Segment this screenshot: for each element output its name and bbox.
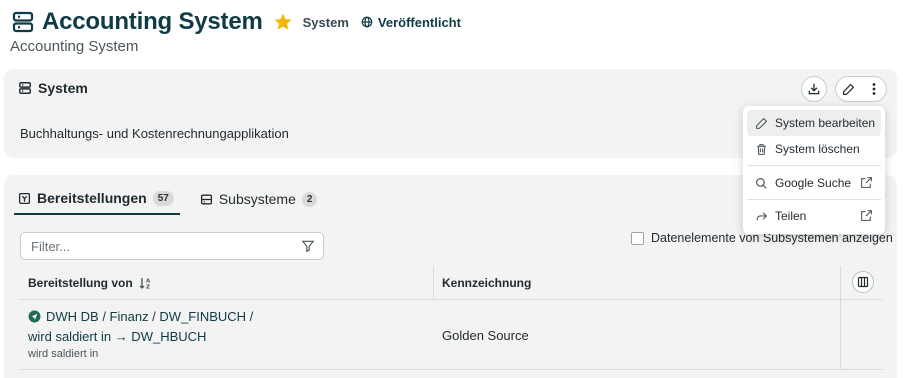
column-header-bereitstellung[interactable]: Bereitstellung von AZ — [28, 276, 153, 290]
deployment-path[interactable]: DWH DB / Finanz / DW_FINBUCH / — [28, 307, 428, 327]
download-button[interactable] — [801, 76, 827, 102]
page-title: Accounting System — [42, 8, 263, 35]
more-vertical-icon — [872, 83, 875, 95]
search-icon — [756, 177, 767, 189]
show-sub-elements-checkbox[interactable] — [631, 231, 644, 245]
star-icon[interactable] — [273, 11, 295, 33]
page-header: Accounting System System Veröffentlicht — [10, 6, 461, 38]
svg-text:Z: Z — [146, 285, 150, 290]
download-icon — [808, 83, 820, 95]
edit-more-button-group — [835, 76, 887, 102]
trash-icon — [757, 143, 766, 155]
table-row[interactable]: DWH DB / Finanz / DW_FINBUCH / wird sald… — [20, 300, 883, 370]
menu-item-label: System löschen — [775, 142, 860, 156]
page-subtitle: Accounting System — [10, 38, 139, 55]
menu-item-label: Google Suche — [775, 176, 852, 190]
deployment-cell: DWH DB / Finanz / DW_FINBUCH / wird sald… — [28, 307, 428, 360]
tab-count-badge: 2 — [301, 191, 318, 207]
filter-icon[interactable] — [301, 239, 315, 253]
deployment-path-line1: DWH DB / Finanz / DW_FINBUCH / — [46, 309, 254, 324]
deployment-relation: wird saldiert in — [28, 348, 99, 360]
external-link-icon — [861, 210, 872, 221]
status-label: Veröffentlicht — [377, 14, 461, 30]
menu-item-google-search[interactable]: Google Suche — [747, 170, 881, 196]
deployment-path-line2[interactable]: wird saldiert in → DW_HBUCH — [28, 327, 428, 347]
menu-item-label: Teilen — [775, 209, 807, 223]
subsystem-icon — [200, 194, 212, 204]
filter-field — [20, 232, 324, 260]
pencil-icon — [756, 117, 768, 129]
type-label: System — [302, 14, 349, 30]
tab-count-badge: 57 — [152, 190, 174, 206]
column-header-kennzeichnung[interactable]: Kennzeichnung — [442, 276, 531, 290]
column-settings-button[interactable] — [852, 271, 874, 293]
globe-icon — [361, 16, 373, 28]
table-header: Bereitstellung von AZ Kennzeichnung — [20, 266, 883, 300]
column-divider[interactable] — [433, 266, 434, 300]
system-description: Buchhaltungs- und Kostenrechnungapplikat… — [20, 126, 289, 141]
column-divider — [840, 266, 841, 300]
external-link-icon — [861, 177, 872, 188]
menu-item-delete-system[interactable]: System löschen — [747, 136, 881, 162]
menu-separator — [747, 165, 881, 166]
send-icon — [28, 310, 41, 323]
system-actions-menu: System bearbeiten System löschen Google … — [743, 106, 885, 234]
tab-bar: Bereitstellungen 57 Subsysteme 2 — [14, 183, 339, 215]
deployment-icon — [18, 192, 31, 204]
status-badge: Veröffentlicht — [361, 15, 461, 30]
menu-item-label: System bearbeiten — [775, 116, 876, 130]
server-icon — [10, 9, 36, 35]
card-heading-label: System — [38, 80, 88, 96]
edit-button[interactable] — [836, 77, 861, 101]
share-icon — [756, 211, 768, 220]
column-divider — [840, 300, 841, 370]
server-icon — [19, 82, 31, 94]
sort-icon[interactable]: AZ — [139, 277, 153, 289]
column-header-label: Bereitstellung von — [28, 276, 133, 290]
more-options-button[interactable] — [861, 77, 886, 101]
kennzeichnung-cell: Golden Source — [442, 328, 529, 343]
tab-bereitstellungen[interactable]: Bereitstellungen 57 — [14, 183, 180, 215]
pencil-icon — [843, 83, 855, 95]
menu-separator — [747, 199, 881, 200]
tab-label: Bereitstellungen — [37, 190, 147, 206]
menu-item-edit-system[interactable]: System bearbeiten — [747, 110, 881, 136]
tab-label: Subsysteme — [218, 191, 296, 207]
columns-icon — [857, 276, 869, 288]
menu-item-share[interactable]: Teilen — [747, 203, 881, 229]
card-heading: System — [18, 80, 88, 96]
tab-subsysteme[interactable]: Subsysteme 2 — [196, 183, 324, 215]
filter-input[interactable] — [31, 238, 291, 254]
